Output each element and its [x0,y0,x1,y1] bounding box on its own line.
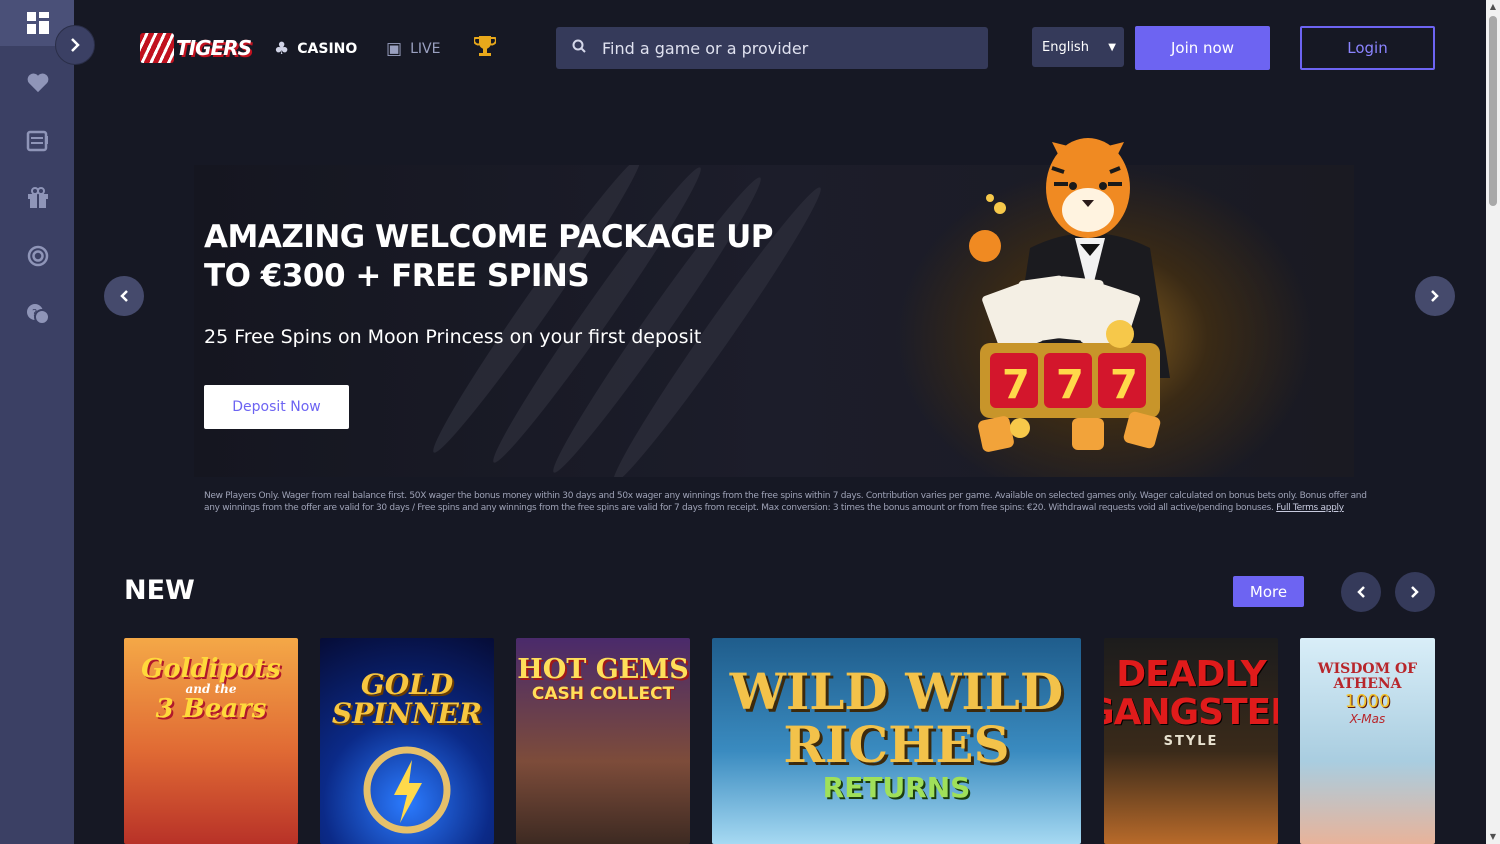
game-tile[interactable]: WILD WILD RICHES RETURNS [712,638,1081,844]
game-title-line: SPINNER [331,697,483,731]
game-title-line: STYLE [1163,733,1219,749]
row-prev-button[interactable] [1341,572,1381,612]
sidebar: ? [0,0,74,844]
scrollbar-thumb[interactable] [1489,16,1497,206]
gift-icon[interactable] [24,184,52,212]
game-title-line: CASH COLLECT [531,684,675,705]
chevron-right-icon [1411,586,1419,598]
hero-title: AMAZING WELCOME PACKAGE UP TO €300 + FRE… [204,219,774,294]
search-icon [572,39,586,57]
row-next-button[interactable] [1395,572,1435,612]
header: TIGERS ♣ CASINO ▣ LIVE English ▼ Join no… [74,0,1486,96]
terms-body: New Players Only. Wager from real balanc… [204,491,1367,513]
full-terms-link[interactable]: Full Terms apply [1276,503,1344,513]
hero-next-button[interactable] [1415,276,1455,316]
language-select[interactable]: English ▼ [1032,27,1124,67]
slot-machine-icon[interactable] [24,126,52,154]
hero-prev-button[interactable] [104,276,144,316]
target-icon[interactable] [24,242,52,270]
game-title: HOT GEMS [517,654,689,685]
dashboard-icon[interactable] [24,9,52,37]
nav-live-label: LIVE [410,41,441,57]
game-title-line: 1000 [1344,691,1391,713]
game-title-line: X-Mas [1349,712,1386,727]
game-title: WILD WILD RICHES [729,662,1064,774]
sidebar-expand-button[interactable] [55,25,95,65]
game-title-line: RETURNS [822,771,971,804]
scroll-down-icon[interactable]: ▼ [1488,832,1498,842]
nav-live[interactable]: ▣ LIVE [386,37,440,61]
game-title: WISDOM OF ATHENA [1317,661,1418,692]
game-tile[interactable]: DEADLY GANGSTER STYLE [1104,638,1278,844]
support-icon[interactable]: ? [24,300,52,328]
game-title: GOLD [360,668,454,701]
game-title: Goldipots [141,654,281,684]
lightning-icon [363,746,451,834]
live-icon: ▣ [386,39,403,59]
svg-text:7: 7 [1002,362,1030,408]
caret-down-icon: ▼ [1108,41,1116,53]
svg-text:7: 7 [1056,362,1084,408]
nav-casino-label: CASINO [297,41,358,57]
trophy-icon[interactable] [473,34,497,64]
svg-text:7: 7 [1110,362,1138,408]
language-value: English [1042,39,1089,55]
search-bar[interactable] [556,27,988,69]
section-title-new: NEW [124,575,195,606]
logo[interactable]: TIGERS [140,30,252,66]
chevron-left-icon [1357,586,1365,598]
casino-icon: ♣ [274,39,290,59]
game-tile[interactable]: Goldipots and the 3 Bears [124,638,298,844]
join-now-button[interactable]: Join now [1135,26,1270,70]
game-title: DEADLY GANGSTER [1104,654,1278,733]
svg-text:?: ? [32,308,37,319]
logo-mark-icon [140,33,174,63]
game-title-line: 3 Bears [155,693,267,724]
search-input[interactable] [600,37,964,59]
game-tile[interactable]: GOLD SPINNER [320,638,494,844]
scroll-up-icon[interactable]: ▲ [1488,2,1498,12]
hero-subtitle: 25 Free Spins on Moon Princess on your f… [204,326,702,348]
game-tile[interactable]: HOT GEMS CASH COLLECT [516,638,690,844]
more-button[interactable]: More [1233,576,1304,607]
chevron-right-icon [1431,290,1439,302]
game-tile[interactable]: WISDOM OF ATHENA 1000 X-Mas [1300,638,1435,844]
login-button[interactable]: Login [1300,26,1435,70]
tiger-mascot-image: 7 7 7 [960,128,1220,458]
terms-text: New Players Only. Wager from real balanc… [204,490,1374,514]
logo-text: TIGERS [176,36,252,60]
nav-casino[interactable]: ♣ CASINO [274,37,357,61]
heart-icon[interactable] [24,69,52,97]
chevron-left-icon [120,290,128,302]
deposit-now-button[interactable]: Deposit Now [204,385,349,429]
